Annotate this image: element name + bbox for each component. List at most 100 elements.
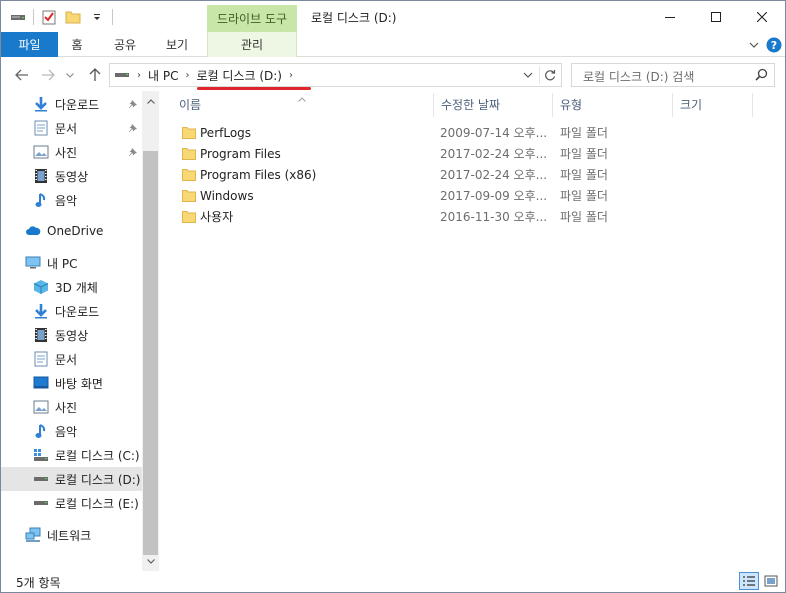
nav-item-documents[interactable]: 문서 bbox=[1, 347, 142, 371]
nav-item-quick-videos[interactable]: 동영상 bbox=[1, 164, 142, 188]
video-icon bbox=[33, 168, 49, 184]
scrollbar-thumb[interactable] bbox=[143, 151, 158, 555]
search-input[interactable]: 로컬 디스크 (D:) 검색 bbox=[583, 68, 694, 85]
nav-item-quick-music[interactable]: 음악 bbox=[1, 188, 142, 212]
nav-item-quick-pictures[interactable]: 사진 bbox=[1, 140, 142, 164]
arrow-right-icon bbox=[42, 69, 55, 81]
nav-label: 사진 bbox=[55, 145, 78, 160]
column-header-size[interactable]: 크기 bbox=[680, 91, 702, 117]
column-divider[interactable] bbox=[752, 93, 753, 117]
nav-item-local-disk-c[interactable]: 로컬 디스크 (C:) bbox=[1, 443, 142, 467]
folder-icon bbox=[182, 206, 196, 227]
column-divider[interactable] bbox=[433, 93, 434, 117]
expand-ribbon-button[interactable] bbox=[745, 36, 763, 54]
file-name: Windows bbox=[200, 188, 254, 203]
nav-label: 동영상 bbox=[55, 169, 89, 184]
table-row[interactable]: Windows 2017-09-09 오후... 파일 폴더 bbox=[174, 185, 774, 206]
nav-item-music[interactable]: 음악 bbox=[1, 419, 142, 443]
sort-arrow-icon bbox=[298, 91, 306, 105]
maximize-button[interactable] bbox=[693, 1, 739, 32]
chevron-down-icon bbox=[749, 42, 759, 48]
pin-icon[interactable] bbox=[127, 98, 139, 110]
search-box[interactable]: 로컬 디스크 (D:) 검색 bbox=[571, 63, 775, 87]
recent-locations-button[interactable] bbox=[63, 65, 77, 85]
tab-share[interactable]: 공유 bbox=[107, 32, 143, 57]
breadcrumb-separator[interactable]: › bbox=[137, 70, 141, 81]
ribbon-tabs: 파일 홈 공유 보기 관리 ? bbox=[1, 32, 785, 57]
file-type: 파일 폴더 bbox=[560, 126, 608, 140]
nav-item-this-pc[interactable]: 내 PC bbox=[1, 251, 142, 275]
file-type: 파일 폴더 bbox=[560, 147, 608, 161]
chevron-down-icon bbox=[146, 559, 155, 564]
tab-view[interactable]: 보기 bbox=[159, 32, 195, 57]
file-type: 파일 폴더 bbox=[560, 210, 608, 224]
file-type: 파일 폴더 bbox=[560, 189, 608, 203]
tab-file[interactable]: 파일 bbox=[1, 32, 58, 57]
column-header-type[interactable]: 유형 bbox=[560, 91, 582, 117]
help-button[interactable]: ? bbox=[765, 36, 783, 54]
title-bar: 드라이브 도구 로컬 디스크 (D:) bbox=[1, 1, 785, 32]
window-title: 로컬 디스크 (D:) bbox=[311, 11, 397, 25]
chevron-down-icon bbox=[523, 72, 533, 78]
column-header-name[interactable]: 이름 bbox=[179, 91, 201, 117]
new-folder-icon[interactable] bbox=[64, 8, 82, 26]
drive-icon bbox=[33, 495, 49, 511]
properties-icon[interactable] bbox=[40, 8, 58, 26]
scroll-up-arrow[interactable] bbox=[142, 93, 159, 110]
breadcrumb-this-pc[interactable]: 내 PC bbox=[148, 67, 178, 84]
details-view-button[interactable] bbox=[739, 572, 759, 590]
large-icons-view-button[interactable] bbox=[761, 572, 781, 590]
file-type: 파일 폴더 bbox=[560, 168, 608, 182]
address-bar[interactable]: › 내 PC › 로컬 디스크 (D:) › bbox=[109, 63, 562, 87]
3d-objects-icon bbox=[33, 279, 49, 295]
address-history-button[interactable] bbox=[520, 67, 536, 83]
nav-scrollbar[interactable] bbox=[142, 91, 159, 571]
nav-item-local-disk-d[interactable]: 로컬 디스크 (D:) bbox=[1, 467, 142, 491]
table-row[interactable]: PerfLogs 2009-07-14 오후... 파일 폴더 bbox=[174, 122, 774, 143]
nav-label: 로컬 디스크 (E:) bbox=[55, 496, 139, 511]
close-button[interactable] bbox=[739, 1, 785, 32]
up-button[interactable] bbox=[85, 65, 105, 85]
file-name: 사용자 bbox=[200, 210, 234, 224]
tab-manage[interactable]: 관리 bbox=[207, 32, 297, 57]
drive-icon bbox=[33, 471, 49, 487]
breadcrumb-local-disk-d[interactable]: 로컬 디스크 (D:) bbox=[196, 67, 281, 84]
nav-item-downloads[interactable]: 다운로드 bbox=[1, 299, 142, 323]
nav-item-onedrive[interactable]: OneDrive bbox=[1, 219, 142, 243]
back-button[interactable] bbox=[12, 65, 32, 85]
nav-item-quick-downloads[interactable]: 다운로드 bbox=[1, 92, 142, 116]
table-row[interactable]: 사용자 2016-11-30 오후... 파일 폴더 bbox=[174, 206, 774, 227]
table-row[interactable]: Program Files 2017-02-24 오후... 파일 폴더 bbox=[174, 143, 774, 164]
nav-label: 동영상 bbox=[55, 328, 89, 343]
nav-label: 로컬 디스크 (D:) bbox=[55, 472, 141, 487]
tab-home[interactable]: 홈 bbox=[62, 32, 92, 57]
nav-item-local-disk-e[interactable]: 로컬 디스크 (E:) bbox=[1, 491, 142, 515]
forward-button[interactable] bbox=[38, 65, 58, 85]
column-divider[interactable] bbox=[552, 93, 553, 117]
nav-label: 사진 bbox=[55, 400, 78, 415]
nav-item-videos[interactable]: 동영상 bbox=[1, 323, 142, 347]
search-icon[interactable] bbox=[755, 68, 768, 84]
breadcrumb-separator[interactable]: › bbox=[185, 70, 189, 81]
maximize-icon bbox=[711, 11, 721, 22]
nav-item-network[interactable]: 네트워크 bbox=[1, 523, 142, 547]
pin-icon[interactable] bbox=[127, 146, 139, 158]
table-row[interactable]: Program Files (x86) 2017-02-24 오후... 파일 … bbox=[174, 164, 774, 185]
nav-item-quick-documents[interactable]: 문서 bbox=[1, 116, 142, 140]
file-list: 이름 수정한 날짜 유형 크기 PerfLogs 2009-07-14 오후..… bbox=[164, 91, 785, 571]
nav-item-desktop[interactable]: 바탕 화면 bbox=[1, 371, 142, 395]
column-header-date[interactable]: 수정한 날짜 bbox=[441, 91, 500, 117]
folder-icon bbox=[182, 122, 196, 143]
customize-toolbar-icon[interactable] bbox=[88, 8, 106, 26]
breadcrumb-separator[interactable]: › bbox=[289, 70, 293, 81]
pin-icon[interactable] bbox=[127, 122, 139, 134]
column-divider[interactable] bbox=[672, 93, 673, 117]
nav-item-3d-objects[interactable]: 3D 개체 bbox=[1, 275, 142, 299]
drive-icon[interactable] bbox=[9, 8, 27, 26]
refresh-button[interactable] bbox=[539, 66, 559, 84]
scroll-down-arrow[interactable] bbox=[142, 553, 159, 570]
nav-label: 3D 개체 bbox=[55, 280, 98, 295]
nav-item-pictures[interactable]: 사진 bbox=[1, 395, 142, 419]
explorer-window: 드라이브 도구 로컬 디스크 (D:) 파일 홈 공유 보기 관리 ? › 내 … bbox=[0, 0, 786, 593]
minimize-button[interactable] bbox=[647, 1, 693, 32]
